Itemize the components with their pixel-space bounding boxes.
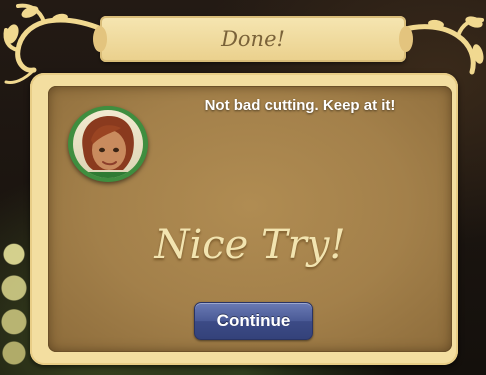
background-caterpillar (0, 236, 34, 366)
avatar (73, 110, 143, 178)
continue-button[interactable]: Continue (194, 302, 313, 340)
result-text: Nice Try! (154, 222, 346, 268)
character-portrait-icon (82, 116, 134, 178)
dialog-title: Done! (221, 27, 285, 51)
dialog-message: Not bad cutting. Keep at it! (204, 97, 396, 114)
